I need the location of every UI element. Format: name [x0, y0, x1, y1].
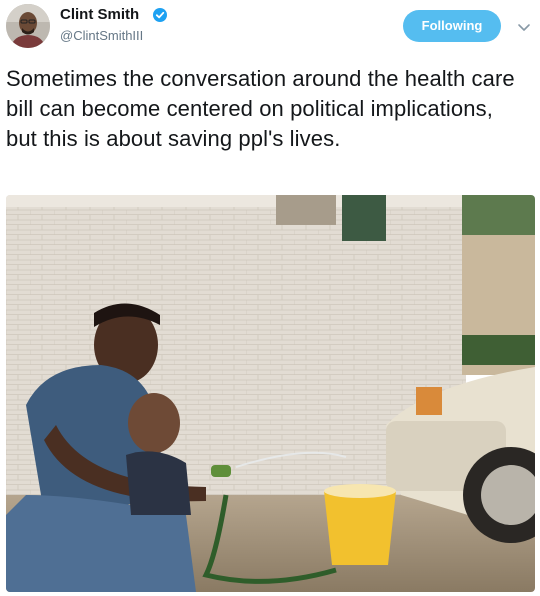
avatar[interactable]: [6, 4, 50, 48]
verified-badge-icon: [153, 8, 167, 22]
display-name[interactable]: Clint Smith: [60, 6, 139, 23]
tweet-header: Clint Smith @ClintSmithIII Following: [0, 0, 540, 56]
family-photo-image: [6, 195, 535, 592]
user-handle[interactable]: @ClintSmithIII: [60, 28, 143, 43]
avatar-image: [6, 4, 50, 48]
following-button[interactable]: Following: [403, 10, 501, 42]
chevron-down-icon[interactable]: [517, 20, 531, 31]
tweet-photo[interactable]: [6, 195, 535, 592]
tweet-text: Sometimes the conversation around the he…: [6, 66, 515, 151]
